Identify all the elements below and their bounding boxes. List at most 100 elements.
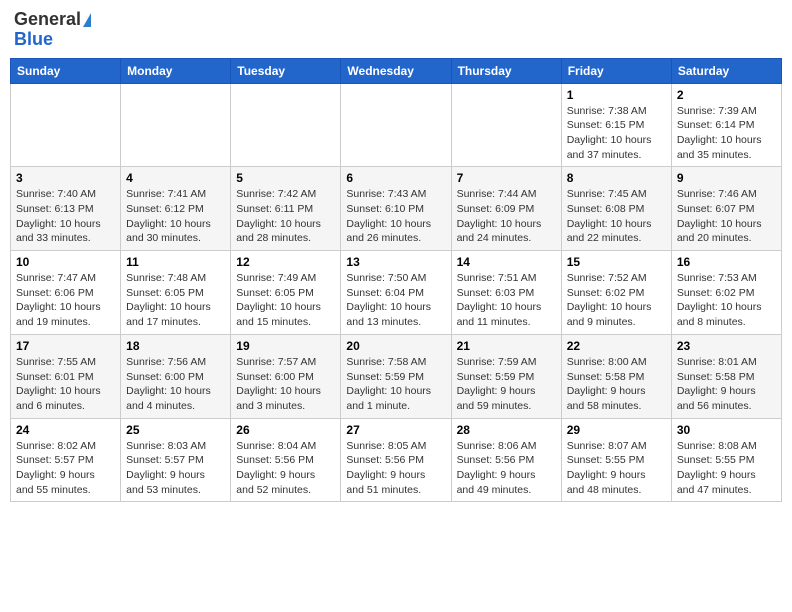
calendar-cell <box>341 83 451 167</box>
day-info: Sunrise: 7:56 AM Sunset: 6:00 PM Dayligh… <box>126 355 225 414</box>
day-number: 8 <box>567 171 666 185</box>
calendar-cell: 12 Sunrise: 7:49 AM Sunset: 6:05 PM Dayli… <box>231 251 341 335</box>
day-info: Sunrise: 7:57 AM Sunset: 6:00 PM Dayligh… <box>236 355 335 414</box>
day-info: Sunrise: 7:55 AM Sunset: 6:01 PM Dayligh… <box>16 355 115 414</box>
day-info: Sunrise: 8:04 AM Sunset: 5:56 PM Dayligh… <box>236 439 335 498</box>
day-number: 16 <box>677 255 776 269</box>
day-number: 24 <box>16 423 115 437</box>
calendar-cell: 23 Sunrise: 8:01 AM Sunset: 5:58 PM Dayli… <box>671 334 781 418</box>
calendar-cell: 7 Sunrise: 7:44 AM Sunset: 6:09 PM Daylig… <box>451 167 561 251</box>
calendar-cell <box>451 83 561 167</box>
day-info: Sunrise: 8:05 AM Sunset: 5:56 PM Dayligh… <box>346 439 445 498</box>
calendar-cell: 19 Sunrise: 7:57 AM Sunset: 6:00 PM Dayli… <box>231 334 341 418</box>
calendar-cell: 3 Sunrise: 7:40 AM Sunset: 6:13 PM Daylig… <box>11 167 121 251</box>
day-info: Sunrise: 7:38 AM Sunset: 6:15 PM Dayligh… <box>567 104 666 163</box>
day-info: Sunrise: 8:08 AM Sunset: 5:55 PM Dayligh… <box>677 439 776 498</box>
day-info: Sunrise: 7:39 AM Sunset: 6:14 PM Dayligh… <box>677 104 776 163</box>
calendar-cell: 25 Sunrise: 8:03 AM Sunset: 5:57 PM Dayli… <box>121 418 231 502</box>
calendar-cell: 1 Sunrise: 7:38 AM Sunset: 6:15 PM Daylig… <box>561 83 671 167</box>
day-info: Sunrise: 8:01 AM Sunset: 5:58 PM Dayligh… <box>677 355 776 414</box>
day-number: 15 <box>567 255 666 269</box>
day-number: 7 <box>457 171 556 185</box>
day-number: 22 <box>567 339 666 353</box>
calendar-header-row: SundayMondayTuesdayWednesdayThursdayFrid… <box>11 58 782 83</box>
day-number: 1 <box>567 88 666 102</box>
day-info: Sunrise: 8:06 AM Sunset: 5:56 PM Dayligh… <box>457 439 556 498</box>
calendar-cell: 28Sunrise: 8:06 AM Sunset: 5:56 PM Dayli… <box>451 418 561 502</box>
calendar-cell: 4 Sunrise: 7:41 AM Sunset: 6:12 PM Daylig… <box>121 167 231 251</box>
day-info: Sunrise: 7:46 AM Sunset: 6:07 PM Dayligh… <box>677 187 776 246</box>
column-header-saturday: Saturday <box>671 58 781 83</box>
calendar-cell: 5 Sunrise: 7:42 AM Sunset: 6:11 PM Daylig… <box>231 167 341 251</box>
week-row-5: 24 Sunrise: 8:02 AM Sunset: 5:57 PM Dayli… <box>11 418 782 502</box>
week-row-1: 1 Sunrise: 7:38 AM Sunset: 6:15 PM Daylig… <box>11 83 782 167</box>
day-number: 26 <box>236 423 335 437</box>
calendar-cell: 21 Sunrise: 7:59 AM Sunset: 5:59 PM Dayli… <box>451 334 561 418</box>
column-header-thursday: Thursday <box>451 58 561 83</box>
column-header-sunday: Sunday <box>11 58 121 83</box>
day-info: Sunrise: 7:51 AM Sunset: 6:03 PM Dayligh… <box>457 271 556 330</box>
calendar-cell: 20 Sunrise: 7:58 AM Sunset: 5:59 PM Dayli… <box>341 334 451 418</box>
day-info: Sunrise: 7:49 AM Sunset: 6:05 PM Dayligh… <box>236 271 335 330</box>
column-header-wednesday: Wednesday <box>341 58 451 83</box>
calendar-cell: 15 Sunrise: 7:52 AM Sunset: 6:02 PM Dayli… <box>561 251 671 335</box>
day-info: Sunrise: 7:40 AM Sunset: 6:13 PM Dayligh… <box>16 187 115 246</box>
day-number: 27 <box>346 423 445 437</box>
day-number: 20 <box>346 339 445 353</box>
calendar-cell: 17 Sunrise: 7:55 AM Sunset: 6:01 PM Dayli… <box>11 334 121 418</box>
day-info: Sunrise: 8:07 AM Sunset: 5:55 PM Dayligh… <box>567 439 666 498</box>
day-info: Sunrise: 7:43 AM Sunset: 6:10 PM Dayligh… <box>346 187 445 246</box>
calendar-cell: 24 Sunrise: 8:02 AM Sunset: 5:57 PM Dayli… <box>11 418 121 502</box>
calendar-cell: 6 Sunrise: 7:43 AM Sunset: 6:10 PM Daylig… <box>341 167 451 251</box>
day-info: Sunrise: 8:00 AM Sunset: 5:58 PM Dayligh… <box>567 355 666 414</box>
logo-triangle-icon <box>83 13 91 27</box>
calendar-cell: 27 Sunrise: 8:05 AM Sunset: 5:56 PM Dayli… <box>341 418 451 502</box>
day-info: Sunrise: 7:59 AM Sunset: 5:59 PM Dayligh… <box>457 355 556 414</box>
logo-general-text: General <box>14 10 81 30</box>
day-info: Sunrise: 8:03 AM Sunset: 5:57 PM Dayligh… <box>126 439 225 498</box>
day-number: 21 <box>457 339 556 353</box>
day-number: 3 <box>16 171 115 185</box>
column-header-friday: Friday <box>561 58 671 83</box>
calendar-cell: 8 Sunrise: 7:45 AM Sunset: 6:08 PM Daylig… <box>561 167 671 251</box>
day-info: Sunrise: 7:44 AM Sunset: 6:09 PM Dayligh… <box>457 187 556 246</box>
day-number: 11 <box>126 255 225 269</box>
day-number: 12 <box>236 255 335 269</box>
day-info: Sunrise: 7:45 AM Sunset: 6:08 PM Dayligh… <box>567 187 666 246</box>
day-number: 23 <box>677 339 776 353</box>
day-info: Sunrise: 7:52 AM Sunset: 6:02 PM Dayligh… <box>567 271 666 330</box>
day-info: Sunrise: 7:58 AM Sunset: 5:59 PM Dayligh… <box>346 355 445 414</box>
day-number: 30 <box>677 423 776 437</box>
calendar-cell: 2 Sunrise: 7:39 AM Sunset: 6:14 PM Daylig… <box>671 83 781 167</box>
week-row-3: 10Sunrise: 7:47 AM Sunset: 6:06 PM Dayli… <box>11 251 782 335</box>
day-number: 19 <box>236 339 335 353</box>
day-number: 29 <box>567 423 666 437</box>
week-row-4: 17 Sunrise: 7:55 AM Sunset: 6:01 PM Dayli… <box>11 334 782 418</box>
day-info: Sunrise: 7:42 AM Sunset: 6:11 PM Dayligh… <box>236 187 335 246</box>
day-info: Sunrise: 7:41 AM Sunset: 6:12 PM Dayligh… <box>126 187 225 246</box>
calendar-cell: 11 Sunrise: 7:48 AM Sunset: 6:05 PM Dayli… <box>121 251 231 335</box>
calendar-cell: 22 Sunrise: 8:00 AM Sunset: 5:58 PM Dayli… <box>561 334 671 418</box>
calendar-cell: 9Sunrise: 7:46 AM Sunset: 6:07 PM Daylig… <box>671 167 781 251</box>
day-info: Sunrise: 7:48 AM Sunset: 6:05 PM Dayligh… <box>126 271 225 330</box>
week-row-2: 3 Sunrise: 7:40 AM Sunset: 6:13 PM Daylig… <box>11 167 782 251</box>
column-header-tuesday: Tuesday <box>231 58 341 83</box>
day-number: 13 <box>346 255 445 269</box>
day-number: 18 <box>126 339 225 353</box>
day-number: 17 <box>16 339 115 353</box>
calendar-cell: 18 Sunrise: 7:56 AM Sunset: 6:00 PM Dayli… <box>121 334 231 418</box>
logo-blue-text: Blue <box>14 30 53 50</box>
day-info: Sunrise: 8:02 AM Sunset: 5:57 PM Dayligh… <box>16 439 115 498</box>
day-number: 6 <box>346 171 445 185</box>
day-number: 4 <box>126 171 225 185</box>
calendar-cell: 13Sunrise: 7:50 AM Sunset: 6:04 PM Dayli… <box>341 251 451 335</box>
day-number: 5 <box>236 171 335 185</box>
day-number: 14 <box>457 255 556 269</box>
day-number: 2 <box>677 88 776 102</box>
day-number: 25 <box>126 423 225 437</box>
calendar-cell: 26 Sunrise: 8:04 AM Sunset: 5:56 PM Dayli… <box>231 418 341 502</box>
calendar-cell <box>11 83 121 167</box>
day-info: Sunrise: 7:47 AM Sunset: 6:06 PM Dayligh… <box>16 271 115 330</box>
calendar-table: SundayMondayTuesdayWednesdayThursdayFrid… <box>10 58 782 503</box>
calendar-cell <box>231 83 341 167</box>
